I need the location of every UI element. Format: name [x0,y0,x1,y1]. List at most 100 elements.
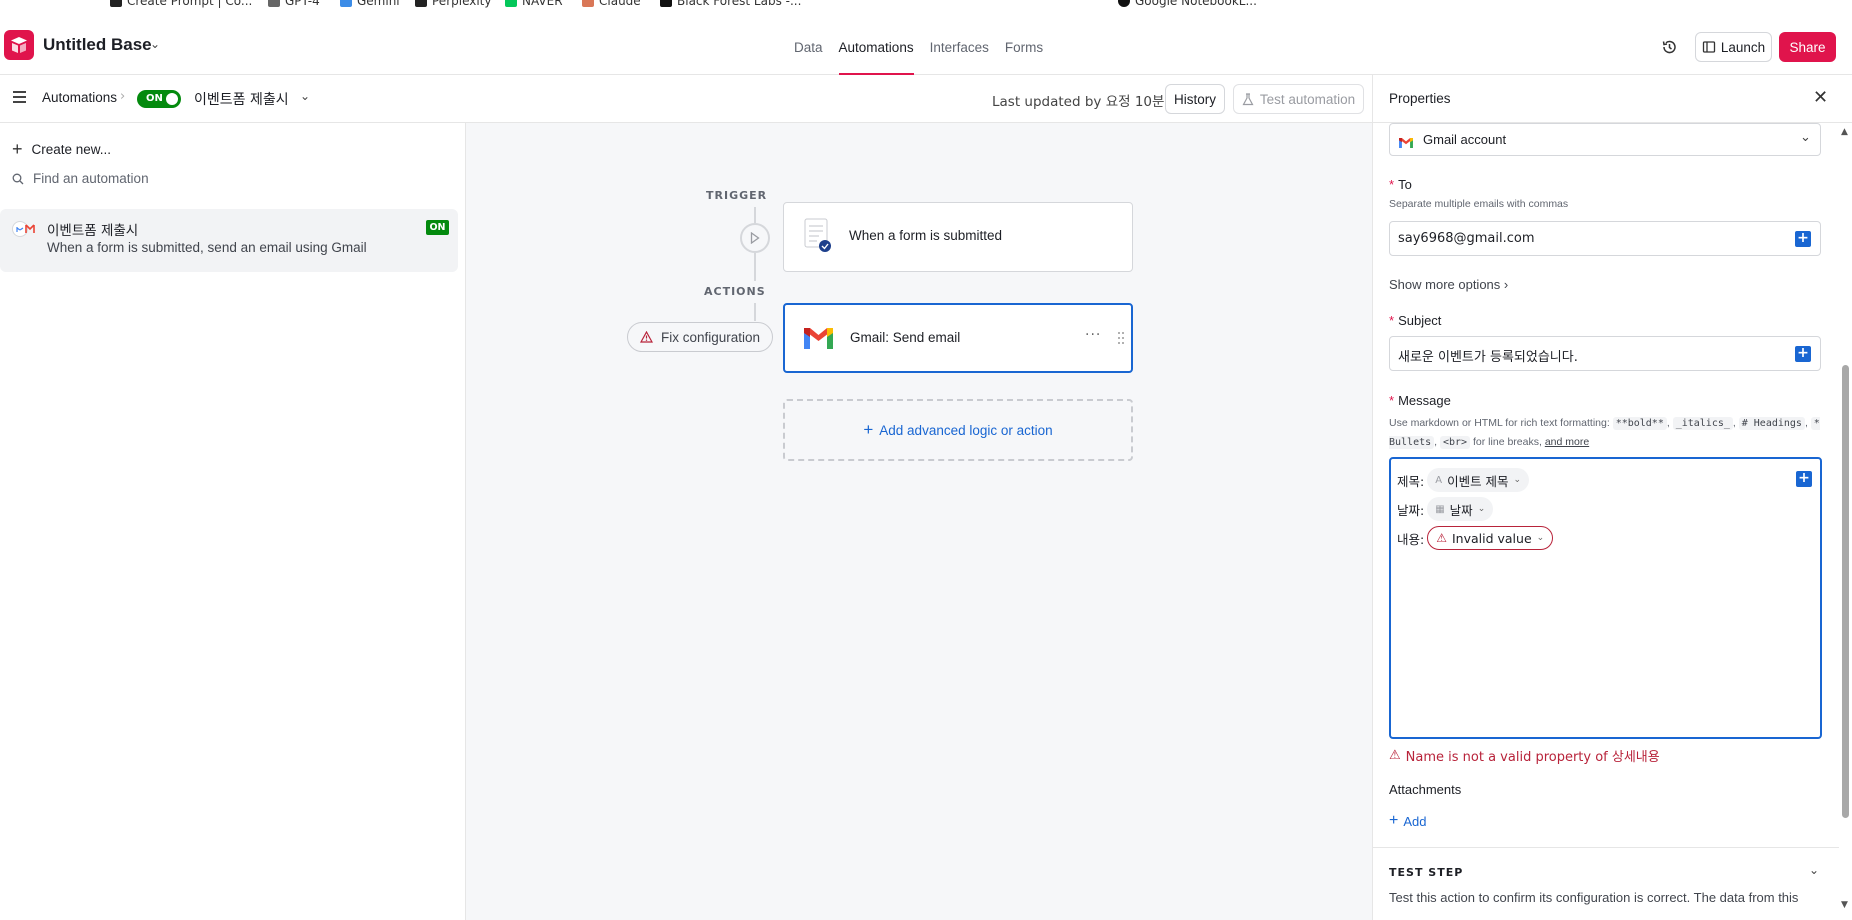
chevron-down-icon[interactable]: ⌄ [1809,863,1819,877]
launch-icon [1702,41,1715,53]
chevron-down-icon: ⌄ [1477,504,1486,514]
bookmark[interactable]: GPT-4 [268,0,320,8]
automation-item-description: When a form is submitted, send an email … [47,240,367,255]
add-logic-label: Add advanced logic or action [879,422,1053,438]
to-value: say6968@gmail.com [1398,231,1535,246]
divider [1373,847,1839,848]
test-automation-button[interactable]: Test automation [1233,84,1364,114]
trigger-node-label: When a form is submitted [849,228,1003,243]
main-nav: Data Automations Interfaces Forms [786,10,1051,75]
play-icon[interactable] [740,223,770,253]
subject-label: * Subject [1389,313,1442,328]
fix-configuration-button[interactable]: Fix configuration [627,322,773,352]
automation-list-item[interactable]: 이벤트폼 제출시 When a form is submitted, send … [0,209,458,272]
plus-icon: + [1389,812,1399,829]
action-node[interactable]: Gmail: Send email ··· [783,303,1133,373]
scrollbar-thumb[interactable] [1842,365,1849,818]
chevron-right-icon: › [120,89,126,104]
and-more-link[interactable]: and more [1545,436,1589,448]
connector-line [754,207,756,223]
chevron-down-icon: ⌄ [1536,533,1545,543]
to-field[interactable]: say6968@gmail.com + [1389,221,1821,256]
error-message: ⚠ Name is not a valid property of 상세내용 [1389,748,1660,765]
chevron-down-icon: ⌄ [1800,130,1811,145]
bookmark[interactable]: NAVER [505,0,563,8]
close-icon[interactable]: ✕ [1813,87,1828,108]
add-logic-button[interactable]: + Add advanced logic or action [783,399,1133,461]
chevron-down-icon[interactable]: ⌄ [150,37,160,51]
add-attachment-button[interactable]: + Add [1389,812,1426,830]
to-label: * To [1389,177,1412,192]
test-automation-label: Test automation [1259,91,1356,107]
trigger-node[interactable]: When a form is submitted [783,202,1133,272]
subject-value: 새로운 이벤트가 등록되었습니다. [1398,350,1578,365]
message-help: Use markdown or HTML for rich text forma… [1389,417,1820,449]
connector-line [754,303,756,321]
launch-button[interactable]: Launch [1695,32,1772,62]
test-step-description: Test this action to confirm its configur… [1389,890,1799,905]
create-new-button[interactable]: + Create new... [12,139,111,160]
message-line: 내용: ⚠ Invalid value ⌄ [1397,526,1554,550]
properties-panel: Properties ✕ ▲ ▼ Gmail account ⌄ * To Sep… [1372,75,1852,920]
automation-name[interactable]: 이벤트폼 제출시 [194,89,289,109]
more-options-icon[interactable]: ··· [1085,327,1101,343]
menu-icon[interactable] [13,91,26,103]
invalid-field-token[interactable]: ⚠ Invalid value ⌄ [1427,526,1554,550]
bookmark[interactable]: Claude [582,0,641,8]
field-token[interactable]: ▦ 날짜 ⌄ [1427,497,1494,521]
bookmark[interactable]: Black Forest Labs -... [660,0,801,8]
gmail-icon [802,326,835,351]
last-updated-text: Last updated by 요정 10분 [992,94,1165,110]
chevron-down-icon[interactable]: ⌄ [300,89,310,103]
tab-interfaces[interactable]: Interfaces [922,10,997,75]
chevron-down-icon: ⌄ [1513,475,1522,485]
find-automation-input[interactable]: Find an automation [12,171,149,186]
breadcrumb-automations[interactable]: Automations [42,90,117,105]
message-editor[interactable]: + 제목: A 이벤트 제목 ⌄ 날짜: ▦ 날짜 ⌄ 내용: ⚠ Invali… [1389,457,1822,739]
form-icon [804,218,832,254]
insert-field-button[interactable]: + [1795,346,1811,362]
plus-icon: + [863,420,874,439]
action-node-label: Gmail: Send email [850,330,961,345]
tab-automations[interactable]: Automations [831,10,922,75]
history-icon[interactable] [1660,38,1680,58]
attachments-label: Attachments [1389,782,1462,797]
status-badge: ON [426,220,449,235]
warning-icon [639,331,653,343]
share-button[interactable]: Share [1779,32,1836,62]
app-header: Untitled Base ⌄ Data Automations Interfa… [0,10,1852,75]
show-more-options[interactable]: Show more options › [1389,277,1508,292]
scroll-down-icon[interactable]: ▼ [1841,900,1848,910]
calendar-icon: ▦ [1435,503,1445,515]
bookmark[interactable]: Gemini [340,0,400,8]
gmail-account-select[interactable]: Gmail account ⌄ [1389,123,1821,156]
toggle-label: ON [146,93,163,104]
launch-label: Launch [1720,39,1766,55]
history-button[interactable]: History [1165,84,1225,114]
base-title[interactable]: Untitled Base [43,35,152,55]
bookmark[interactable]: Create Prompt | Co... [110,0,252,8]
warning-icon: ⚠ [1436,531,1447,545]
bookmark[interactable]: Perplexity [415,0,492,8]
insert-field-button[interactable]: + [1796,471,1812,487]
tab-data[interactable]: Data [786,10,831,75]
gmail-icon [12,221,38,237]
toggle-knob [166,93,178,105]
automation-toggle[interactable]: ON [137,90,181,108]
automation-sidebar: + Create new... Find an automation 이벤트폼 … [0,123,466,920]
message-line: 날짜: ▦ 날짜 ⌄ [1397,497,1494,521]
subject-field[interactable]: 새로운 이벤트가 등록되었습니다. + [1389,336,1821,371]
scroll-up-icon[interactable]: ▲ [1841,127,1848,137]
panel-title: Properties [1389,91,1451,106]
text-field-icon: A [1435,474,1443,486]
bookmark[interactable]: Google NotebookL... [1118,0,1257,8]
gmail-icon [1398,134,1414,149]
field-token[interactable]: A 이벤트 제목 ⌄ [1427,468,1530,492]
warning-icon: ⚠ [1389,748,1401,763]
airtable-logo-icon[interactable] [4,30,34,60]
drag-handle-icon[interactable] [1117,330,1125,344]
test-step-heading[interactable]: TEST STEP [1389,866,1463,879]
insert-field-button[interactable]: + [1795,231,1811,247]
tab-forms[interactable]: Forms [997,10,1051,75]
fix-configuration-label: Fix configuration [660,329,761,345]
